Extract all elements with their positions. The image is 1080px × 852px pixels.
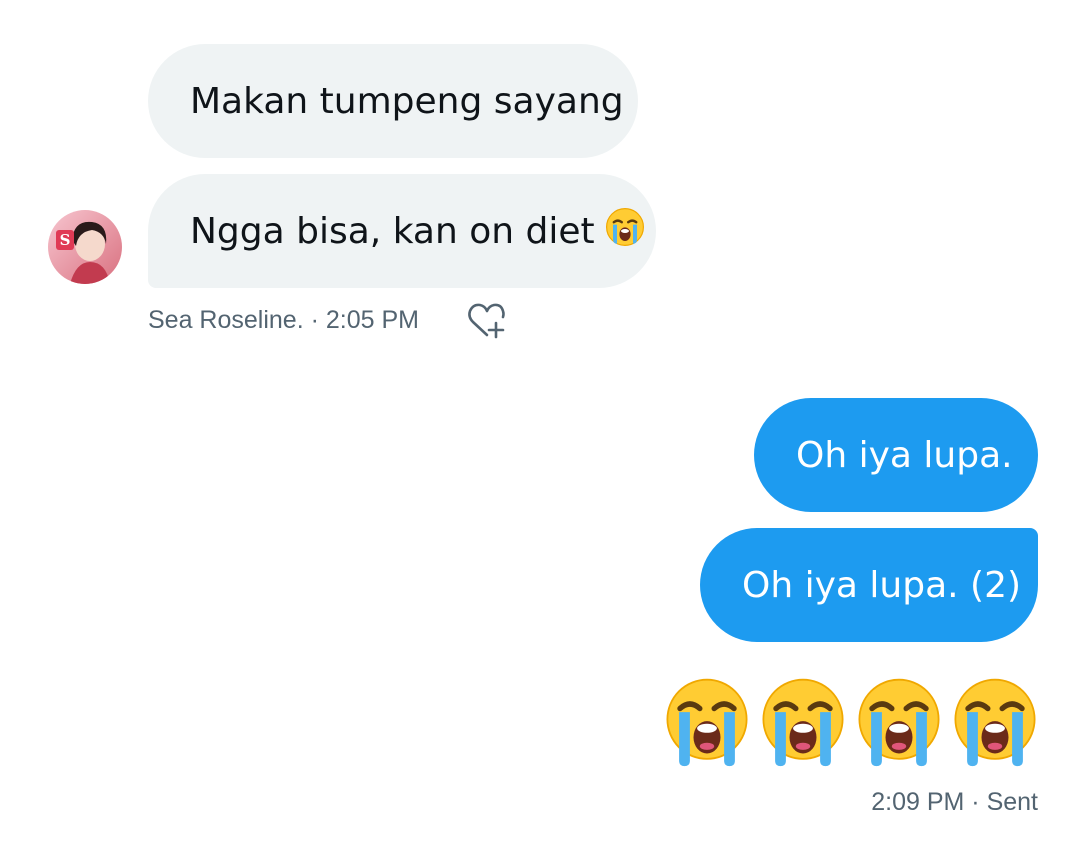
- meta-separator: ·: [303, 306, 326, 334]
- outgoing-meta: 2:09 PM · Sent: [871, 788, 1038, 817]
- sender-avatar[interactable]: S: [48, 210, 122, 284]
- incoming-message[interactable]: Makan tumpeng sayang: [148, 44, 638, 158]
- loudly-crying-face-icon: [758, 676, 848, 768]
- loudly-crying-face-icon: [662, 676, 752, 768]
- message-text: Ngga bisa, kan on diet: [190, 210, 595, 252]
- loudly-crying-face-icon: [950, 676, 1040, 768]
- outgoing-emoji-message[interactable]: [662, 676, 1040, 768]
- message-text: Oh iya lupa.: [796, 434, 1013, 476]
- sender-name: Sea Roseline.: [148, 306, 304, 334]
- incoming-meta: Sea Roseline. · 2:05 PM: [148, 306, 419, 335]
- incoming-message[interactable]: Ngga bisa, kan on diet: [148, 174, 656, 288]
- delivery-status: Sent: [986, 788, 1038, 816]
- message-time: 2:09 PM: [871, 788, 965, 816]
- loudly-crying-face-icon: [605, 207, 645, 256]
- message-time: 2:05 PM: [325, 306, 419, 334]
- meta-separator: ·: [964, 788, 987, 816]
- outgoing-message[interactable]: Oh iya lupa.: [754, 398, 1038, 512]
- message-text: Makan tumpeng sayang: [190, 80, 624, 122]
- loudly-crying-face-icon: [854, 676, 944, 768]
- add-reaction-heart-plus-icon[interactable]: [466, 301, 508, 341]
- outgoing-message[interactable]: Oh iya lupa. (2): [700, 528, 1038, 642]
- message-text: Oh iya lupa. (2): [742, 564, 1022, 606]
- chat-thread: Makan tumpeng sayang Ngga bisa, kan on d…: [0, 0, 1080, 852]
- avatar-letter: S: [60, 231, 71, 249]
